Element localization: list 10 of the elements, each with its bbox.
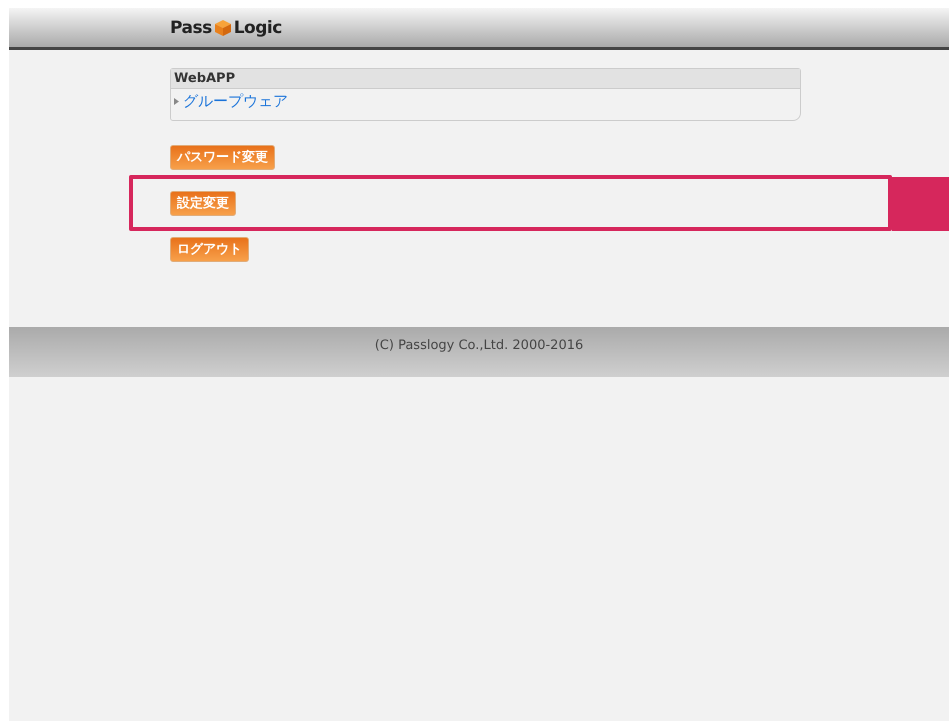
action-button[interactable]: パスワード変更: [170, 144, 275, 170]
logo-text: Pass: [170, 18, 212, 38]
action-button[interactable]: 設定変更: [170, 190, 236, 216]
action-button[interactable]: ログアウト: [170, 236, 249, 262]
copyright-text: (C) Passlogy Co.,Ltd. 2000-2016: [374, 338, 584, 352]
logo-text: Logic: [234, 18, 282, 38]
app-link[interactable]: グループウェア: [183, 92, 288, 111]
cube-icon: [214, 18, 232, 36]
panel-title: WebAPP: [171, 69, 800, 89]
triangle-icon: [174, 98, 179, 105]
